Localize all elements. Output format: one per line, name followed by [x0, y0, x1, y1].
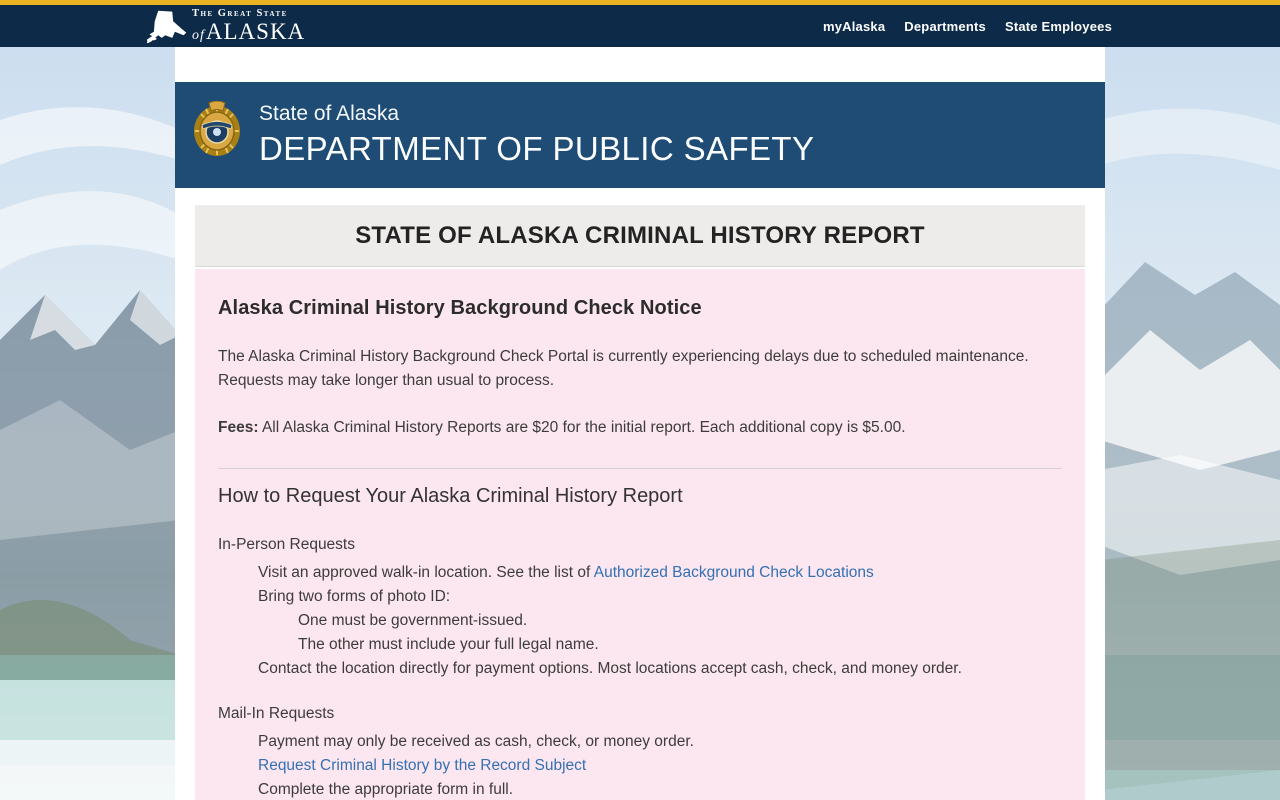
list-item: Request Criminal History by the Record S…	[258, 754, 1062, 778]
request-by-record-subject-link[interactable]: Request Criminal History by the Record S…	[258, 757, 586, 774]
nav-myalaska[interactable]: myAlaska	[823, 19, 885, 34]
list-item: One must be government-issued.	[298, 612, 528, 629]
list-item-text: Bring two forms of photo ID:	[258, 588, 451, 605]
how-to-heading: How to Request Your Alaska Criminal Hist…	[218, 485, 683, 507]
logo-tagline: The Great State	[192, 7, 288, 19]
statewide-navbar: The Great State ofALASKA myAlaska Depart…	[0, 5, 1280, 47]
list-item: Bring two forms of photo ID: One must be…	[258, 585, 1062, 657]
public-safety-badge-icon	[192, 100, 242, 157]
notice-paragraph: The Alaska Criminal History Background C…	[218, 348, 1029, 389]
notice-panel: Alaska Criminal History Background Check…	[195, 269, 1085, 800]
page-column: State of Alaska DEPARTMENT OF PUBLIC SAF…	[175, 47, 1105, 800]
alaska-state-silhouette-icon	[146, 9, 188, 45]
fees-label: Fees:	[218, 419, 259, 436]
fees-text: All Alaska Criminal History Reports are …	[258, 419, 906, 436]
department-name: DEPARTMENT OF PUBLIC SAFETY	[259, 130, 815, 167]
fees-line: Fees: All Alaska Criminal History Report…	[218, 416, 1062, 440]
authorized-locations-link[interactable]: Authorized Background Check Locations	[594, 564, 874, 581]
in-person-label: In-Person Requests	[218, 536, 355, 553]
statewide-nav-links: myAlaska Departments State Employees	[823, 19, 1112, 34]
list-item-text: Visit an approved walk-in location. See …	[258, 564, 594, 581]
list-item: Complete the appropriate form in full.	[258, 781, 514, 798]
page-title: STATE OF ALASKA CRIMINAL HISTORY REPORT	[355, 221, 925, 249]
logo-wordmark: The Great State ofALASKA	[192, 7, 306, 45]
department-titles: State of Alaska DEPARTMENT OF PUBLIC SAF…	[259, 102, 814, 168]
list-item: Contact the location directly for paymen…	[258, 660, 962, 677]
notice-heading: Alaska Criminal History Background Check…	[218, 297, 702, 319]
state-of-alaska-logo[interactable]: The Great State ofALASKA	[146, 7, 306, 45]
list-item: The other must include your full legal n…	[298, 636, 599, 653]
page-title-bar: STATE OF ALASKA CRIMINAL HISTORY REPORT	[195, 205, 1085, 267]
main-content: STATE OF ALASKA CRIMINAL HISTORY REPORT …	[175, 188, 1105, 800]
in-person-list: Visit an approved walk-in location. See …	[218, 561, 1062, 681]
agency-name: State of Alaska	[259, 102, 400, 125]
nav-state-employees[interactable]: State Employees	[1005, 19, 1112, 34]
list-item: Payment may only be received as cash, ch…	[258, 733, 694, 750]
nav-departments[interactable]: Departments	[904, 19, 986, 34]
list-item: Visit an approved walk-in location. See …	[258, 561, 1062, 585]
section-divider	[218, 468, 1062, 469]
department-banner: State of Alaska DEPARTMENT OF PUBLIC SAF…	[175, 82, 1105, 188]
photo-id-sublist: One must be government-issued. The other…	[258, 609, 1062, 657]
mail-in-label: Mail-In Requests	[218, 705, 335, 722]
logo-alaska: ofALASKA	[192, 19, 306, 45]
header-spacer	[175, 47, 1105, 82]
mail-in-list: Payment may only be received as cash, ch…	[218, 730, 1062, 800]
